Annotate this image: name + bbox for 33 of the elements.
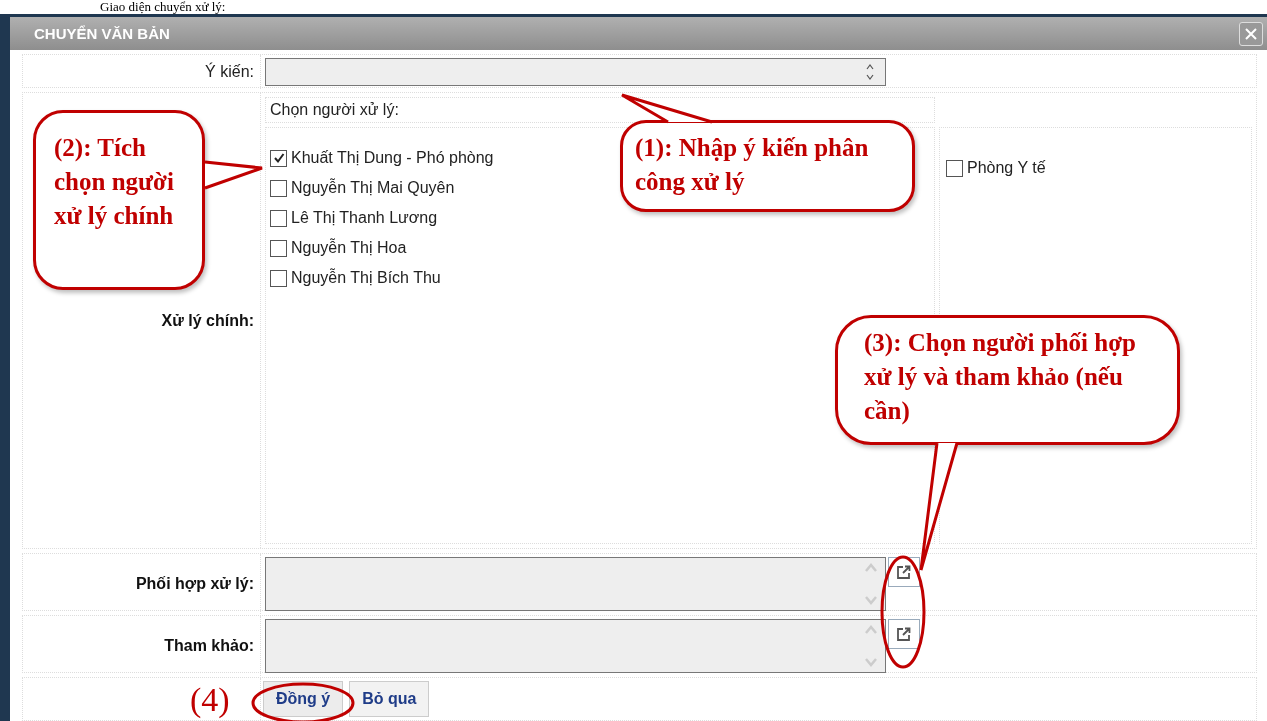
- close-icon: [1245, 27, 1257, 40]
- person-name: Nguyễn Thị Mai Quyên: [291, 179, 455, 197]
- external-link-icon: [896, 626, 912, 642]
- text-area[interactable]: [265, 619, 886, 673]
- dialog-title: CHUYỂN VĂN BẢN: [34, 25, 170, 42]
- dialog-button[interactable]: Bỏ qua: [349, 681, 430, 717]
- checkbox[interactable]: [270, 209, 287, 227]
- checkbox[interactable]: [270, 149, 287, 167]
- callout-tail: [204, 160, 264, 190]
- callout: (3): Chọn người phối hợp xử lý và tham khảo (nếu cần): [835, 315, 1180, 445]
- opinion-field[interactable]: [265, 58, 886, 86]
- person-name: Lê Thị Thanh Lương: [291, 209, 438, 227]
- step-number: (4): [190, 680, 231, 720]
- field-label: Phối hợp xử lý:: [135, 575, 254, 593]
- checkbox[interactable]: [270, 269, 287, 287]
- select-button[interactable]: [888, 619, 920, 649]
- field-label: Ý kiến:: [205, 63, 254, 81]
- checkbox[interactable]: [270, 239, 287, 257]
- person-name: Khuất Thị Dung - Phó phòng: [291, 149, 494, 167]
- checkbox[interactable]: [946, 159, 963, 177]
- close-button[interactable]: [1239, 21, 1263, 46]
- field-label: Xử lý chính:: [161, 311, 254, 330]
- text-area[interactable]: [265, 557, 886, 611]
- document-caption: Giao diện chuyển xử lý:: [100, 0, 226, 14]
- person-name: Nguyễn Thị Hoa: [291, 239, 407, 257]
- callout: (2): Tích chọn người xử lý chính: [33, 110, 205, 290]
- spinner-icon: [865, 62, 875, 82]
- field-label: Tham khảo:: [164, 637, 254, 655]
- section-heading: Chọn người xử lý:: [270, 101, 399, 119]
- person-name: Nguyễn Thị Bích Thu: [291, 269, 441, 287]
- checkbox[interactable]: [270, 179, 287, 197]
- external-link-icon: [896, 564, 912, 580]
- department-name: Phòng Y tế: [967, 159, 1046, 177]
